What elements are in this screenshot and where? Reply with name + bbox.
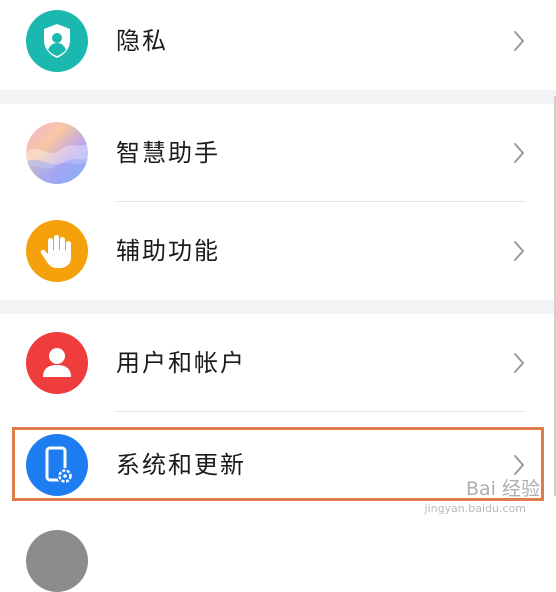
settings-item-accessibility[interactable]: 辅助功能: [0, 202, 556, 300]
privacy-shield-icon: [26, 10, 88, 72]
user-icon: [26, 332, 88, 394]
settings-item-label: 隐私: [116, 27, 168, 55]
watermark-url: jingyan.baidu.com: [424, 502, 526, 515]
smart-assistant-icon: [26, 122, 88, 184]
settings-item-users-accounts[interactable]: 用户和帐户: [0, 314, 556, 412]
chevron-right-icon: [514, 353, 524, 373]
next-item-icon: [26, 530, 88, 592]
settings-item-smart-assistant[interactable]: 智慧助手: [0, 104, 556, 202]
chevron-right-icon: [514, 31, 524, 51]
section-gap: [0, 90, 556, 104]
hand-icon: [26, 220, 88, 282]
settings-item-label: 系统和更新: [116, 451, 246, 479]
settings-item-privacy[interactable]: 隐私: [0, 0, 556, 90]
settings-item-label: 智慧助手: [116, 139, 220, 167]
phone-settings-icon: [26, 434, 88, 496]
chevron-right-icon: [514, 455, 524, 475]
chevron-right-icon: [514, 241, 524, 261]
settings-item-label: 辅助功能: [116, 237, 220, 265]
settings-item-label: 用户和帐户: [116, 349, 246, 377]
watermark-brand: Bai 经验: [466, 478, 540, 500]
watermark-logo: Bai 经验: [466, 478, 540, 500]
chevron-right-icon: [514, 143, 524, 163]
section-gap: [0, 300, 556, 314]
settings-screen: 隐私 智慧助手 辅助功能 用户和帐户 系统和更新 Bai 经验 jingyan.…: [0, 0, 556, 592]
